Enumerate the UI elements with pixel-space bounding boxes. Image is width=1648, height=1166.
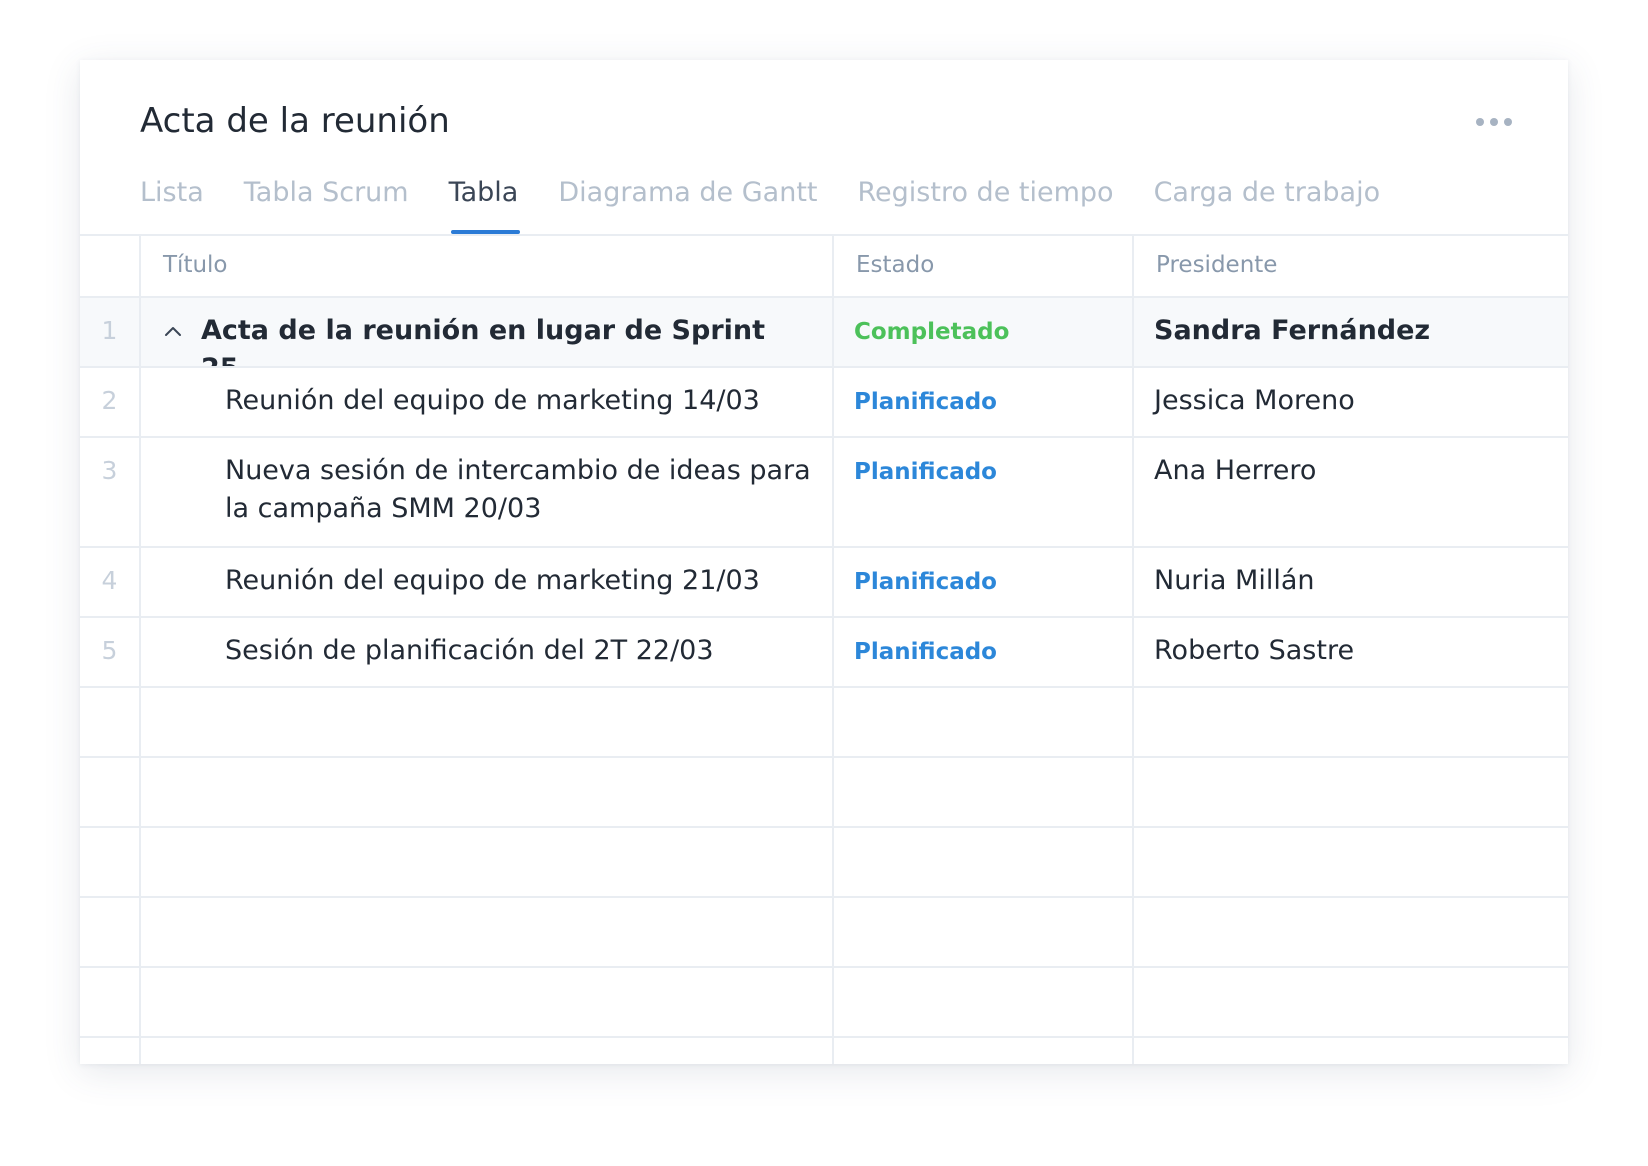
row-number: 2 (101, 386, 118, 415)
empty-cell (80, 968, 141, 1036)
tab-tabla[interactable]: Tabla (449, 172, 521, 234)
status-cell[interactable]: Completado (834, 298, 1134, 366)
chair-name[interactable]: Nuria Millán (1154, 562, 1315, 600)
more-options-icon[interactable] (1476, 116, 1512, 128)
tab-lista[interactable]: Lista (140, 172, 204, 234)
meeting-minutes-card: Acta de la reunión Lista Tabla Scrum Tab… (80, 60, 1568, 1064)
empty-cell[interactable] (1134, 688, 1568, 756)
empty-cell[interactable] (834, 898, 1134, 966)
column-header-status[interactable]: Estado (834, 236, 1134, 296)
row-number-header (80, 236, 141, 296)
empty-cell[interactable] (141, 758, 834, 826)
title-cell[interactable]: Sesión de planificación del 2T 22/03 (141, 618, 834, 686)
table-row[interactable]: 3 Nueva sesión de intercambio de ideas p… (80, 438, 1568, 548)
empty-cell[interactable] (834, 758, 1134, 826)
row-number: 4 (101, 566, 118, 595)
chair-cell[interactable]: Ana Herrero (1134, 438, 1568, 546)
chair-name[interactable]: Sandra Fernández (1154, 312, 1430, 350)
row-title: Acta de la reunión en lugar de Sprint 25 (201, 315, 766, 366)
empty-cell[interactable] (834, 1038, 1134, 1064)
row-number-cell: 5 (80, 618, 141, 686)
column-header-chair[interactable]: Presidente (1134, 236, 1568, 296)
more-dot (1504, 118, 1512, 126)
empty-cell (80, 828, 141, 896)
tab-carga-de-trabajo[interactable]: Carga de trabajo (1154, 172, 1381, 234)
chair-cell[interactable]: Jessica Moreno (1134, 368, 1568, 436)
chair-name[interactable]: Jessica Moreno (1154, 382, 1355, 420)
empty-cell[interactable] (141, 1038, 834, 1064)
more-dot (1476, 118, 1484, 126)
row-number: 5 (101, 636, 118, 665)
meetings-table: Título Estado Presidente 1 Acta de la re… (80, 234, 1568, 1064)
status-badge[interactable]: Planificado (854, 637, 997, 667)
column-header-title-label: Título (163, 252, 228, 278)
empty-cell[interactable] (141, 828, 834, 896)
empty-table-row[interactable] (80, 968, 1568, 1038)
chair-name[interactable]: Roberto Sastre (1154, 632, 1354, 670)
table-row[interactable]: 2 Reunión del equipo de marketing 14/03 … (80, 368, 1568, 438)
empty-cell[interactable] (1134, 968, 1568, 1036)
status-badge[interactable]: Completado (854, 317, 1009, 347)
page-title: Acta de la reunión (140, 101, 450, 141)
column-header-chair-label: Presidente (1156, 252, 1278, 278)
empty-cell (80, 898, 141, 966)
empty-cell[interactable] (141, 688, 834, 756)
row-number: 3 (101, 456, 118, 485)
row-title: Sesión de planificación del 2T 22/03 (225, 635, 714, 666)
status-badge[interactable]: Planificado (854, 567, 997, 597)
table-row[interactable]: 5 Sesión de planificación del 2T 22/03 P… (80, 618, 1568, 688)
empty-cell[interactable] (141, 898, 834, 966)
empty-table-row[interactable] (80, 1038, 1568, 1064)
chair-cell[interactable]: Nuria Millán (1134, 548, 1568, 616)
empty-cell[interactable] (1134, 828, 1568, 896)
row-number-cell: 4 (80, 548, 141, 616)
empty-cell[interactable] (834, 968, 1134, 1036)
empty-table-row[interactable] (80, 898, 1568, 968)
status-cell[interactable]: Planificado (834, 368, 1134, 436)
table-row-group[interactable]: 1 Acta de la reunión en lugar de Sprint … (80, 298, 1568, 368)
empty-table-row[interactable] (80, 758, 1568, 828)
empty-cell (80, 758, 141, 826)
status-cell[interactable]: Planificado (834, 548, 1134, 616)
row-title: Reunión del equipo de marketing 14/03 (225, 385, 760, 416)
row-title: Reunión del equipo de marketing 21/03 (225, 565, 760, 596)
chair-cell[interactable]: Sandra Fernández (1134, 298, 1568, 366)
row-number-cell: 3 (80, 438, 141, 546)
title-cell[interactable]: Nueva sesión de intercambio de ideas par… (141, 438, 834, 546)
empty-cell[interactable] (1134, 1038, 1568, 1064)
table-row[interactable]: 4 Reunión del equipo de marketing 21/03 … (80, 548, 1568, 618)
tab-registro-de-tiempo[interactable]: Registro de tiempo (858, 172, 1114, 234)
empty-cell[interactable] (1134, 758, 1568, 826)
status-badge[interactable]: Planificado (854, 457, 997, 487)
chair-cell[interactable]: Roberto Sastre (1134, 618, 1568, 686)
tab-tabla-scrum[interactable]: Tabla Scrum (244, 172, 409, 234)
title-cell[interactable]: Acta de la reunión en lugar de Sprint 25 (141, 298, 834, 366)
empty-table-row[interactable] (80, 828, 1568, 898)
table-header-row: Título Estado Presidente (80, 236, 1568, 298)
more-dot (1490, 118, 1498, 126)
empty-cell[interactable] (141, 968, 834, 1036)
column-header-status-label: Estado (856, 252, 935, 278)
empty-cell[interactable] (834, 828, 1134, 896)
status-cell[interactable]: Planificado (834, 618, 1134, 686)
tab-diagrama-de-gantt[interactable]: Diagrama de Gantt (558, 172, 817, 234)
row-number-cell: 1 (80, 298, 141, 366)
status-cell[interactable]: Planificado (834, 438, 1134, 546)
row-number: 1 (101, 316, 118, 345)
empty-cell (80, 1038, 141, 1064)
title-cell[interactable]: Reunión del equipo de marketing 14/03 (141, 368, 834, 436)
chair-name[interactable]: Ana Herrero (1154, 452, 1316, 490)
empty-cell[interactable] (834, 688, 1134, 756)
title-cell[interactable]: Reunión del equipo de marketing 21/03 (141, 548, 834, 616)
empty-table-row[interactable] (80, 688, 1568, 758)
view-tabs: Lista Tabla Scrum Tabla Diagrama de Gant… (140, 172, 1420, 234)
column-header-title[interactable]: Título (141, 236, 834, 296)
empty-cell[interactable] (1134, 898, 1568, 966)
status-badge[interactable]: Planificado (854, 387, 997, 417)
empty-cell (80, 688, 141, 756)
row-title: Nueva sesión de intercambio de ideas par… (225, 455, 811, 524)
chevron-up-icon[interactable] (161, 320, 185, 344)
row-number-cell: 2 (80, 368, 141, 436)
